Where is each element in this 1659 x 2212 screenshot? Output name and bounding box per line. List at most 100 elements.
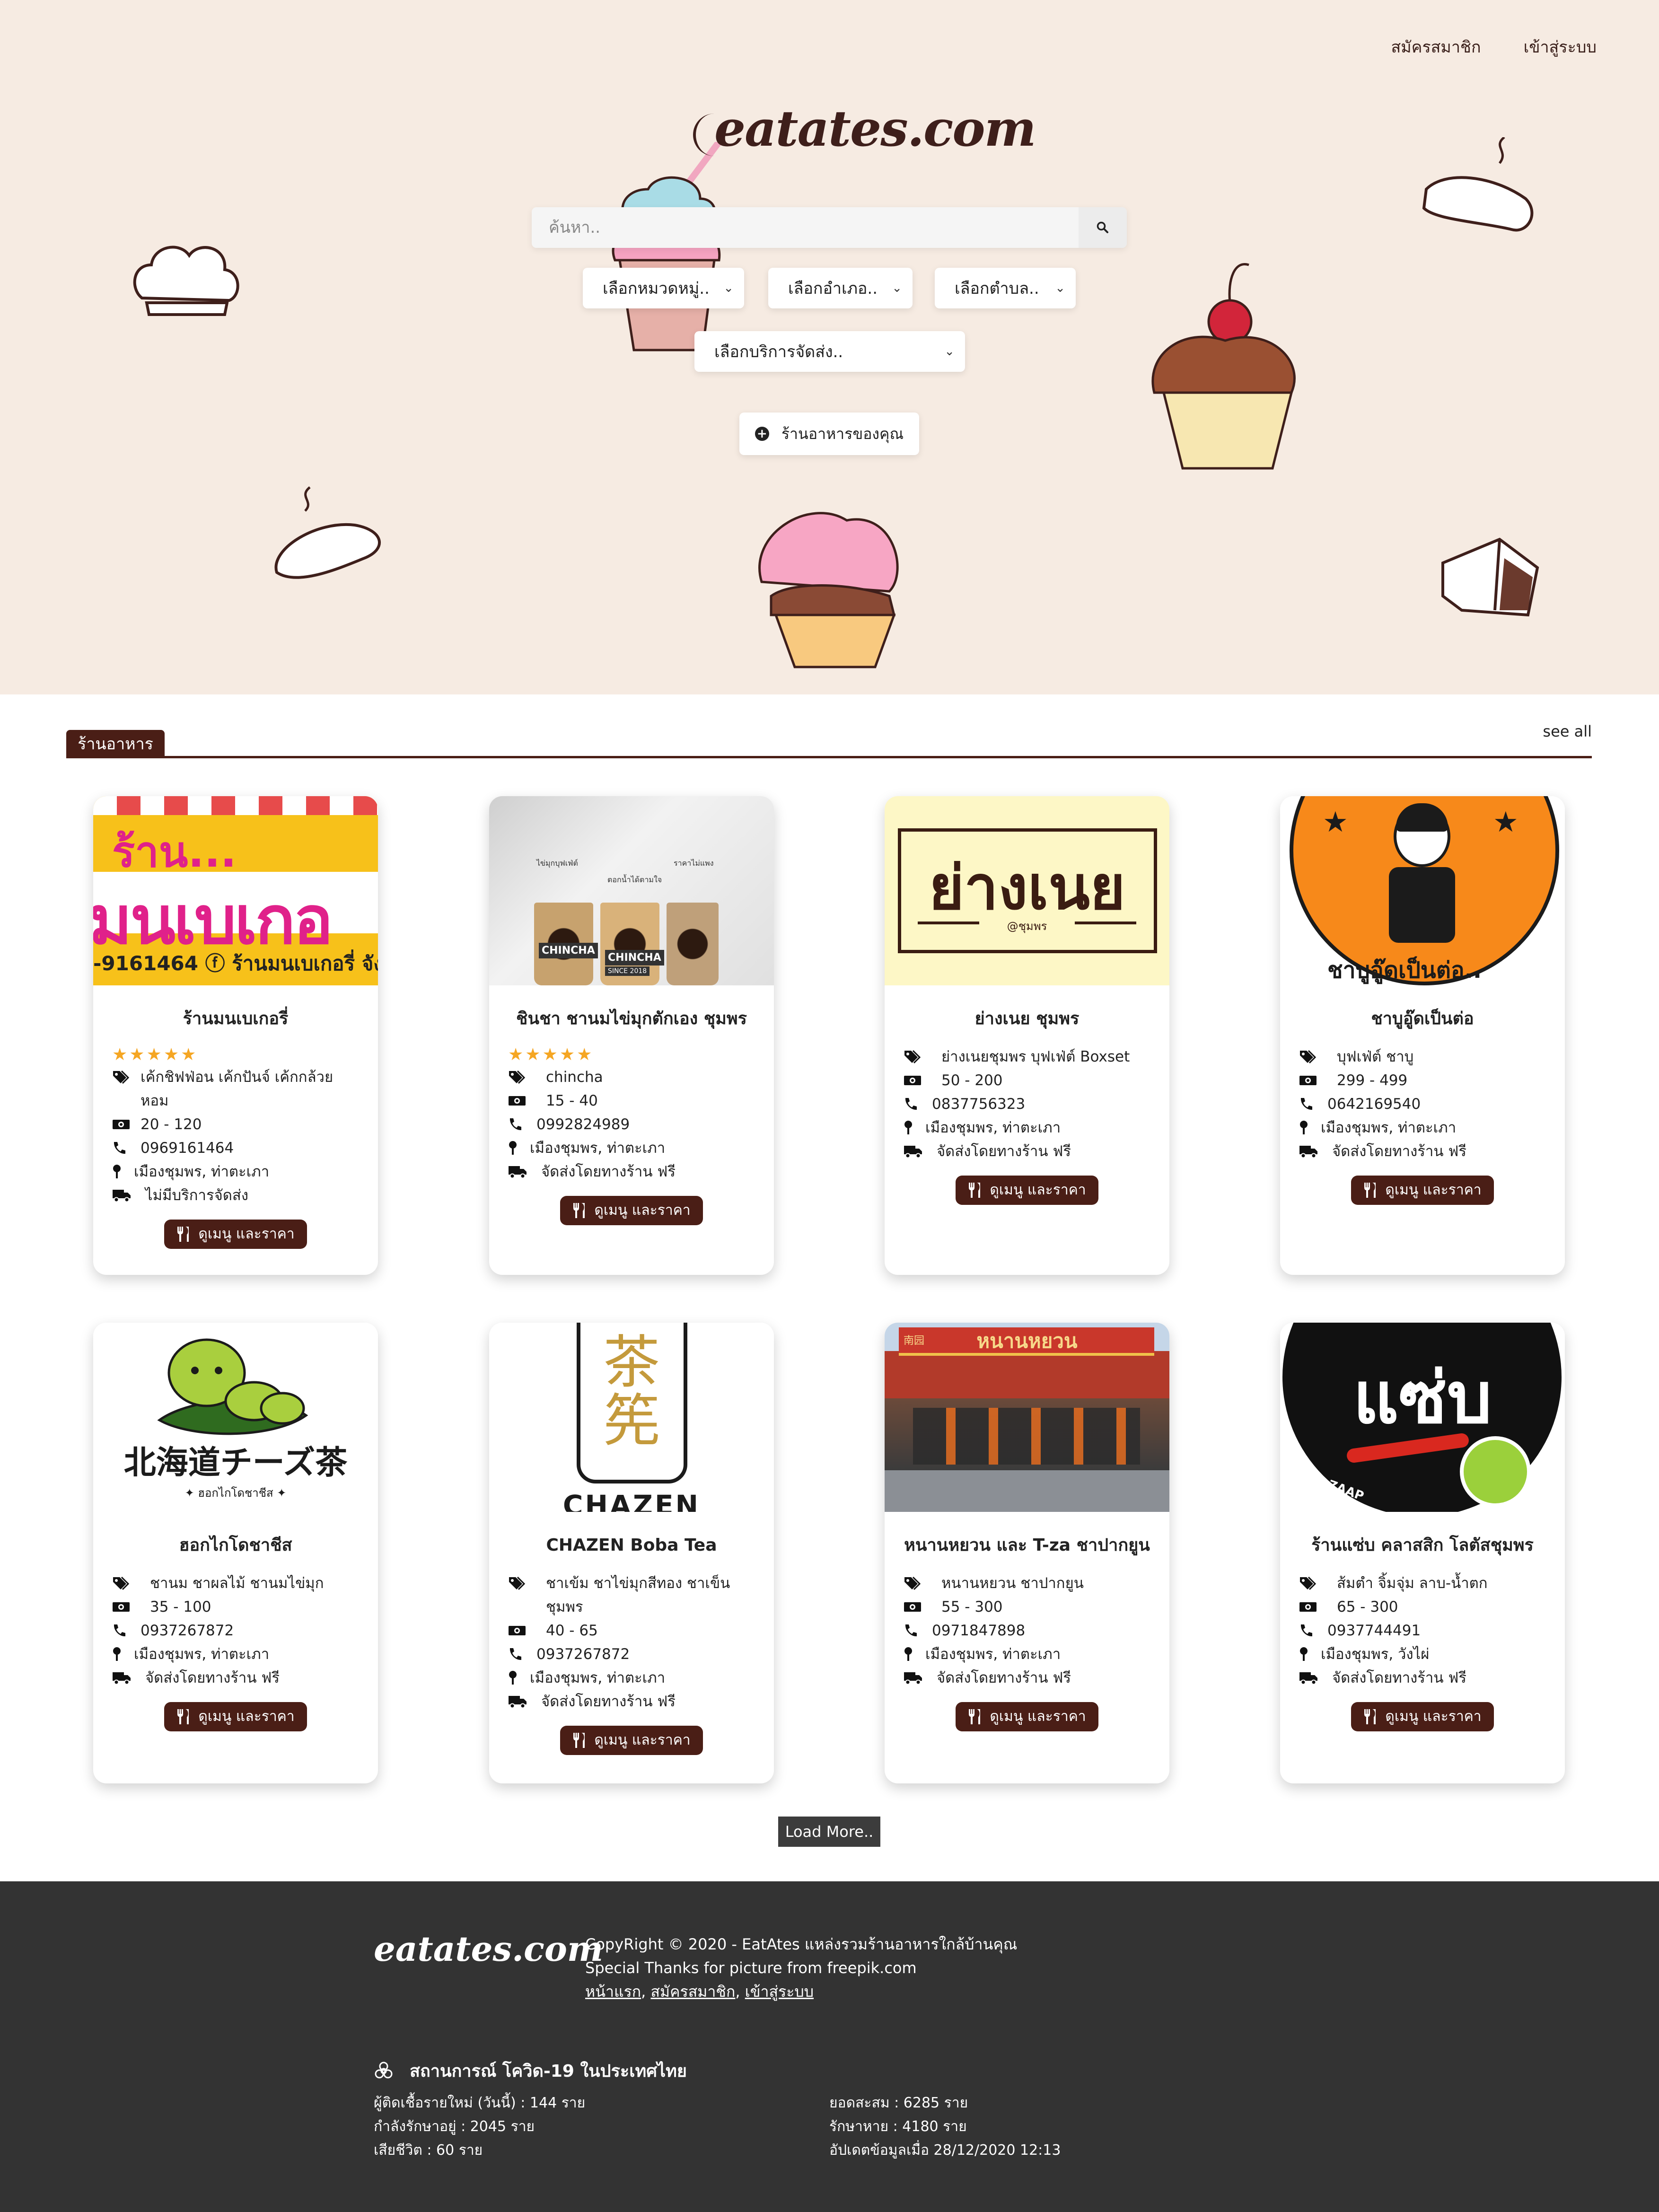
see-all-link[interactable]: see all (1543, 722, 1592, 740)
image-text: 筅 (603, 1388, 660, 1454)
shop-phone: 0837756323 (932, 1095, 1026, 1113)
shop-price-row: 40 - 65 (489, 1619, 774, 1642)
shop-tags-row: ชานม ชาผลไม้ ชานมไข่มุก (93, 1571, 378, 1595)
shop-name[interactable]: ชาบูอู๊ดเป็นต่อ (1294, 1005, 1551, 1033)
shop-image: 北海道チーズ茶 ✦ ฮอกไกโดชาชีส ✦ (93, 1323, 378, 1512)
shop-name[interactable]: ย่างเนย ชุมพร (899, 1005, 1155, 1033)
phone-icon (1299, 1092, 1327, 1116)
shop-name[interactable]: ร้านแซ่บ คลาสสิก โลตัสชุมพร (1294, 1532, 1551, 1559)
add-your-shop-button[interactable]: + ร้านอาหารของคุณ (739, 413, 919, 455)
footer: eatates.com CopyRight © 2020 - EatAtes แ… (0, 1881, 1659, 2212)
search-button[interactable] (1079, 207, 1127, 248)
view-menu-button[interactable]: ดูเมนู และราคา (560, 1195, 703, 1225)
shop-name[interactable]: CHAZEN Boba Tea (503, 1532, 760, 1559)
shop-tags-row: เค้กชิฟฟ่อน เค้กปันจ์ เค้กกล้วยหอม (93, 1065, 378, 1113)
shop-card[interactable]: แซ่บ ZAAP ร้านแซ่บ คลาสสิก โลตัสชุมพร ส้… (1280, 1323, 1565, 1783)
storefront-people (913, 1408, 1140, 1465)
footer-login-link[interactable]: เข้าสู่ระบบ (745, 1983, 814, 2001)
utensils-icon (573, 1732, 585, 1748)
tag-icon (1299, 1045, 1337, 1069)
thanks-text: Special Thanks for picture from freepik.… (585, 1959, 917, 1977)
map-pin-icon (508, 1666, 530, 1690)
covid-new-cases: ผู้ติดเชื้อรายใหม่ (วันนี้) : 144 ราย (374, 2095, 586, 2111)
search-icon (1097, 221, 1108, 233)
shop-tags: ชาเข้ม ชาไข่มุกสีทอง ชาเข็นชุมพร (546, 1574, 730, 1615)
shop-price-row: 50 - 200 (885, 1069, 1169, 1092)
shop-card[interactable]: ไข่มุกบุฟเฟ่ต์ ตอกน้ำได้ตามใจ ราคาไม่แพง… (489, 796, 774, 1275)
image-text: -9161464 ⓕ ร้านมนเบเกอรี่ จัง (93, 952, 378, 975)
tag-icon (1299, 1571, 1337, 1595)
footer-home-link[interactable]: หน้าแรก (585, 1983, 641, 2001)
truck-icon (1299, 1140, 1332, 1163)
shop-delivery: จัดส่งโดยทางร้าน ฟรี (1332, 1669, 1466, 1686)
map-pin-icon (112, 1160, 134, 1184)
shop-location-row: เมืองชุมพร, ท่าตะเภา (93, 1160, 378, 1184)
shop-location: เมืองชุมพร, ท่าตะเภา (134, 1163, 270, 1180)
shop-price: 50 - 200 (941, 1071, 1003, 1089)
chevron-down-icon: ⌄ (892, 281, 902, 295)
shop-phone: 0937267872 (536, 1645, 630, 1663)
shop-price: 20 - 120 (140, 1115, 202, 1133)
map-pin-icon (904, 1642, 925, 1666)
view-menu-label: ดูเมนู และราคา (1385, 1708, 1482, 1725)
image-text: แซ่บ (1353, 1357, 1492, 1440)
shop-delivery: จัดส่งโดยทางร้าน ฟรี (145, 1669, 280, 1686)
footer-copyright-block: CopyRight © 2020 - EatAtes แหล่งรวมร้านอ… (585, 1932, 1017, 2003)
truck-icon (508, 1690, 541, 1713)
shop-delivery: จัดส่งโดยทางร้าน ฟรี (937, 1142, 1071, 1160)
biohazard-icon (375, 2062, 393, 2078)
shop-card[interactable]: ย่างเนย @ชุมพร ย่างเนย ชุมพร ย่างเนยชุมพ… (885, 796, 1169, 1275)
section-divider (66, 756, 1592, 758)
view-menu-button[interactable]: ดูเมนู และราคา (560, 1725, 703, 1755)
link-separator: , (735, 1983, 745, 2001)
shop-card[interactable]: ร้าน... มนเบเกอ -9161464 ⓕ ร้านมนเบเกอรี… (93, 796, 378, 1275)
shop-phone-row: 0992824989 (489, 1113, 774, 1136)
shop-card[interactable]: หนานหยวน 南园 หนานหยวน และ T-za ชาปากยูน ห… (885, 1323, 1169, 1783)
district-select[interactable]: เลือกอำเภอ.. ⌄ (768, 268, 913, 308)
shop-tags: chincha (546, 1068, 603, 1086)
phone-icon (112, 1619, 140, 1642)
shop-name[interactable]: หนานหยวน และ T-za ชาปากยูน (899, 1532, 1155, 1559)
covid-deaths: เสียชีวิต : 60 ราย (374, 2142, 483, 2159)
shop-name[interactable]: ฮอกไกโดชาชีส (107, 1532, 364, 1559)
site-logo[interactable]: eatates.com (714, 99, 1036, 158)
load-more-button[interactable]: Load More.. (778, 1817, 880, 1847)
view-menu-button[interactable]: ดูเมนู และราคา (164, 1702, 307, 1731)
shop-location: เมืองชุมพร, ท่าตะเภา (530, 1139, 666, 1157)
utensils-icon (1364, 1182, 1376, 1198)
search-input[interactable] (532, 207, 1079, 248)
shop-name[interactable]: ร้านมนเบเกอรี่ (107, 1005, 364, 1033)
category-select-value: เลือกหมวดหมู่.. (603, 279, 710, 298)
view-menu-label: ดูเมนู และราคา (594, 1732, 691, 1749)
shop-card[interactable]: ★ ★ ชาบูอู๊ดเป็นต่อ.. ชาบูอู๊ดเป็นต่อ บุ… (1280, 796, 1565, 1275)
image-text: CHINCHA (539, 943, 598, 958)
view-menu-button[interactable]: ดูเมนู และราคา (1351, 1175, 1494, 1205)
footer-register-link[interactable]: สมัครสมาชิก (650, 1983, 735, 2001)
shop-phone-row: 0937267872 (489, 1642, 774, 1666)
footer-logo[interactable]: eatates.com (374, 1929, 603, 1969)
category-select[interactable]: เลือกหมวดหมู่.. ⌄ (583, 268, 744, 308)
view-menu-button[interactable]: ดูเมนู และราคา (956, 1702, 1098, 1731)
subdistrict-select[interactable]: เลือกตำบล.. ⌄ (935, 268, 1076, 308)
shop-name[interactable]: ชินชา ชานมไข่มุกตักเอง ชุมพร (503, 1005, 760, 1033)
view-menu-button[interactable]: ดูเมนู และราคา (956, 1175, 1098, 1205)
login-link[interactable]: เข้าสู่ระบบ (1524, 34, 1597, 60)
shop-tags: ส้มตำ จิ้มจุ่ม ลาบ-น้ำตก (1337, 1574, 1488, 1592)
shop-card[interactable]: 北海道チーズ茶 ✦ ฮอกไกโดชาชีส ✦ ฮอกไกโดชาชีส ชา… (93, 1323, 378, 1783)
shop-tags-row: หนานหยวน ชาปากยูน (885, 1571, 1169, 1595)
shop-location: เมืองชุมพร, ท่าตะเภา (134, 1645, 270, 1663)
shop-tags: ชานม ชาผลไม้ ชานมไข่มุก (150, 1574, 324, 1592)
shop-price-row: 35 - 100 (93, 1595, 378, 1619)
view-menu-button[interactable]: ดูเมนู และราคา (1351, 1702, 1494, 1731)
view-menu-button[interactable]: ดูเมนู และราคา (164, 1219, 307, 1249)
shop-price: 15 - 40 (546, 1092, 598, 1109)
phone-icon (508, 1113, 536, 1136)
register-link[interactable]: สมัครสมาชิก (1391, 34, 1481, 60)
shop-card[interactable]: 茶 筅 CHAZEN CHAZEN Boba Tea ชาเข้ม ชาไข่ม… (489, 1323, 774, 1783)
shop-image: ไข่มุกบุฟเฟ่ต์ ตอกน้ำได้ตามใจ ราคาไม่แพง… (489, 796, 774, 985)
shop-delivery-row: ไม่มีบริการจัดส่ง (93, 1184, 378, 1207)
shop-image: 茶 筅 CHAZEN (489, 1323, 774, 1512)
section-title: ร้านอาหาร (66, 730, 165, 757)
delivery-select[interactable]: เลือกบริการจัดส่ง.. ⌄ (694, 331, 965, 372)
shop-delivery: จัดส่งโดยทางร้าน ฟรี (541, 1163, 676, 1180)
